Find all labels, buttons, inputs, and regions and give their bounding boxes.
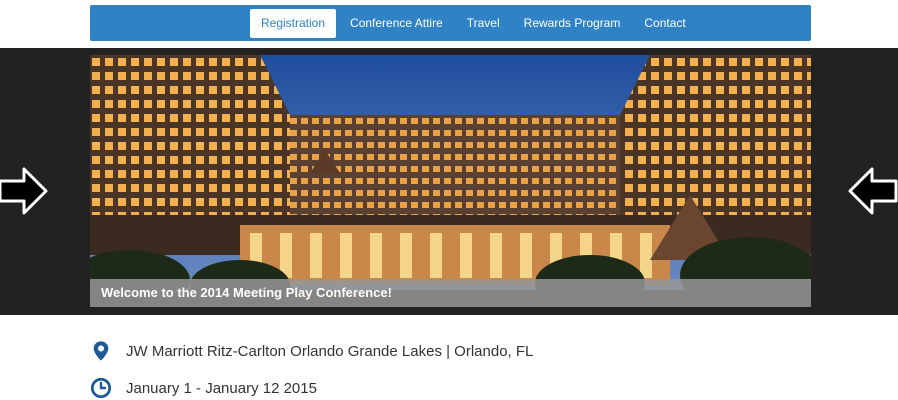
hero-carousel: Welcome to the 2014 Meeting Play Confere…	[0, 48, 898, 315]
nav-item-rewards-program[interactable]: Rewards Program	[512, 9, 633, 38]
carousel-prev-button[interactable]	[0, 163, 48, 219]
nav-item-registration[interactable]: Registration	[250, 9, 337, 38]
carousel-next-button[interactable]	[848, 163, 898, 219]
event-dates-text: January 1 - January 12 2015	[126, 379, 317, 397]
nav-item-conference-attire[interactable]: Conference Attire	[338, 9, 455, 38]
date-row: January 1 - January 12 2015	[90, 377, 317, 399]
arrow-left-icon	[848, 167, 898, 215]
map-pin-icon	[93, 341, 109, 361]
arrow-left-icon	[0, 167, 48, 215]
nav-item-contact[interactable]: Contact	[632, 9, 697, 38]
hotel-photo	[90, 55, 811, 307]
top-navbar: Registration Conference Attire Travel Re…	[90, 5, 811, 41]
venue-text: JW Marriott Ritz-Carlton Orlando Grande …	[126, 342, 534, 360]
carousel-caption: Welcome to the 2014 Meeting Play Confere…	[90, 279, 811, 307]
caption-text: Welcome to the 2014 Meeting Play Confere…	[101, 285, 392, 300]
main-nav: Registration Conference Attire Travel Re…	[250, 9, 698, 38]
location-row: JW Marriott Ritz-Carlton Orlando Grande …	[90, 340, 533, 362]
nav-item-travel[interactable]: Travel	[455, 9, 512, 38]
clock-icon	[90, 377, 112, 399]
